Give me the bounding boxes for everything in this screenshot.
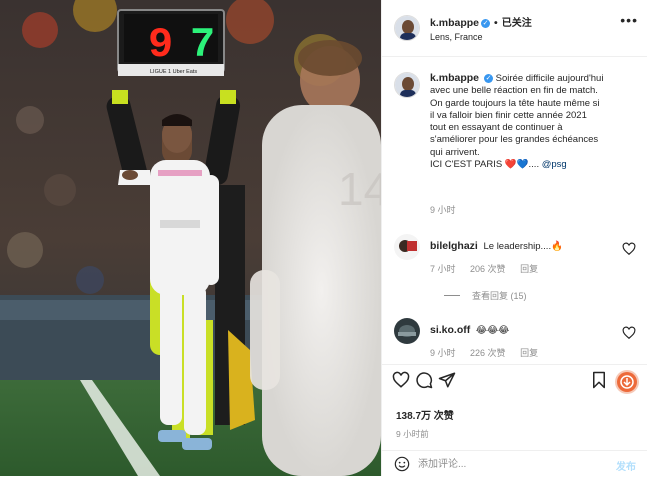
post-side-panel: k.mbappe ✓ • 已关注 Lens, France ••• k.mbappe ✓…: [381, 0, 647, 476]
comment-meta: 7 小时 206 次赞 回复: [430, 262, 550, 275]
fire-emoji: 🔥: [551, 241, 563, 252]
author-line: k.mbappe ✓ • 已关注: [430, 14, 532, 29]
caption-line: s'améliorer pour les grandes échéances: [430, 134, 599, 146]
post-photo[interactable]: 9 7 LIGUE 1 Uber Eats 14: [0, 0, 381, 476]
caption-text: k.mbappe ✓ Soirée difficile aujourd'hui a…: [430, 72, 638, 171]
comment-like-heart-icon[interactable]: [622, 326, 636, 340]
comment-bubble-icon[interactable]: [415, 371, 433, 389]
more-horizontal-icon[interactable]: •••: [620, 12, 638, 28]
caption-time: 9 小时: [430, 205, 456, 215]
comment-time: 9 小时: [430, 348, 456, 358]
board-left-digit: 9: [148, 21, 173, 69]
comment-username[interactable]: bilelghazi: [430, 240, 478, 252]
likes-count[interactable]: 138.7万 次赞: [396, 407, 454, 422]
author-username[interactable]: k.mbappe: [430, 17, 479, 29]
photo-illustration: 9 7 LIGUE 1 Uber Eats 14: [0, 0, 381, 476]
blue-heart-emoji: 💙: [516, 159, 529, 171]
download-badge-icon[interactable]: [617, 372, 637, 392]
paper-plane-icon[interactable]: [438, 371, 456, 389]
shirt-number-blur: 14: [338, 163, 381, 215]
comment-like-heart-icon[interactable]: [622, 242, 636, 256]
post-modal: 9 7 LIGUE 1 Uber Eats 14 k.mbappe ✓ • 已关…: [0, 0, 647, 476]
comment-text-line: bilelghazi Le leadership....🔥: [430, 240, 610, 252]
red-heart-emoji: ❤️: [504, 159, 517, 171]
comment-time: 7 小时: [430, 264, 456, 274]
author-avatar[interactable]: [394, 15, 420, 41]
comment-reply-button[interactable]: 回复: [520, 348, 538, 358]
caption-line: il va falloir bien finir cette année 202…: [430, 109, 587, 121]
smiley-icon[interactable]: [394, 456, 410, 472]
caption-line: Soirée difficile aujourd'hui: [495, 73, 604, 84]
caption-closing: ICI C'EST PARIS: [430, 159, 503, 171]
comment-input[interactable]: [418, 455, 598, 473]
heart-outline-icon[interactable]: [392, 371, 410, 389]
caption-line: tout en essayant de continuer à: [430, 122, 563, 134]
post-action-bar: [382, 364, 647, 395]
board-brand: LIGUE 1 Uber Eats: [150, 69, 197, 75]
comment-avatar[interactable]: [394, 234, 420, 260]
verified-badge-icon: ✓: [481, 19, 491, 28]
replies-divider: [444, 295, 460, 296]
view-replies-button[interactable]: 查看回复 (15): [444, 289, 527, 302]
post-header: k.mbappe ✓ • 已关注 Lens, France •••: [382, 0, 647, 57]
comment-composer: 发布: [382, 450, 647, 477]
comment-meta: 9 小时 226 次赞 回复: [430, 346, 550, 359]
caption-verified-icon: ✓: [484, 74, 494, 83]
laughing-emoji: 😂😂😂: [475, 325, 510, 336]
comment-item: bilelghazi Le leadership....🔥 7 小时 206 次…: [382, 234, 647, 294]
bookmark-icon[interactable]: [590, 371, 608, 389]
comment-likes[interactable]: 226 次赞: [470, 348, 506, 358]
comment-text-line: si.ko.off 😂😂😂: [430, 324, 610, 336]
caption-line: On garde toujours la tête haute même si: [430, 97, 600, 109]
comment-text: Le leadership....: [483, 241, 552, 252]
caption-username[interactable]: k.mbappe: [430, 72, 479, 84]
separator-dot: •: [494, 17, 498, 29]
view-replies-label: 查看回复 (15): [472, 291, 527, 301]
comment-username[interactable]: si.ko.off: [430, 324, 470, 336]
following-button[interactable]: 已关注: [502, 18, 532, 29]
caption-avatar[interactable]: [394, 72, 420, 98]
posted-time[interactable]: 9 小时前: [396, 428, 429, 440]
comment-likes[interactable]: 206 次赞: [470, 264, 506, 274]
caption-line: qui arrivent.: [430, 146, 480, 158]
mention-link[interactable]: @psg: [542, 159, 567, 170]
board-right-digit: 7: [190, 21, 215, 69]
caption-line: avec une belle réaction en fin de match.: [430, 85, 598, 97]
post-location[interactable]: Lens, France: [430, 32, 483, 42]
caption-ellipsis: ....: [528, 159, 540, 171]
post-comment-button[interactable]: 发布: [616, 458, 636, 473]
comment-reply-button[interactable]: 回复: [520, 264, 538, 274]
comment-avatar[interactable]: [394, 318, 420, 344]
